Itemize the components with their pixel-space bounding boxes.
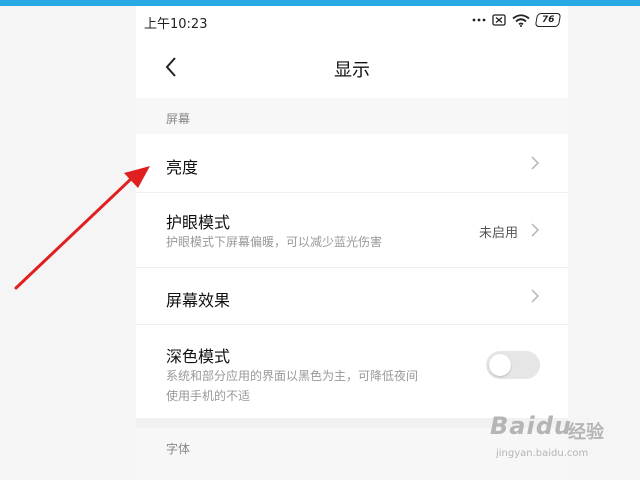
item-title: 护眼模式 (166, 213, 231, 232)
settings-item-eye-care[interactable]: 护眼模式 护眼模式下屏幕偏暖，可以减少蓝光伤害 未启用 (136, 193, 568, 267)
item-subtitle-line-1: 系统和部分应用的界面以黑色为主，可降低夜间 (166, 369, 419, 383)
battery-icon: 76 (534, 13, 562, 27)
status-icons: 76 (472, 13, 562, 27)
section-label-font: 字体 (166, 442, 191, 456)
item-title: 亮度 (166, 158, 199, 177)
item-status-value: 未启用 (478, 226, 518, 241)
watermark-brand: Baidu (490, 412, 572, 440)
baidu-watermark: Baidu 经验 jingyan.baidu.com (490, 408, 620, 468)
watermark-brand-cn: 经验 (568, 422, 604, 443)
chevron-right-icon (531, 156, 540, 170)
chevron-right-icon (531, 289, 540, 303)
toggle-knob (489, 354, 511, 376)
sim-off-icon (492, 14, 506, 26)
settings-item-brightness[interactable]: 亮度 (136, 134, 568, 192)
left-backdrop (0, 6, 136, 480)
item-subtitle-line-2: 使用手机的不适 (166, 389, 251, 403)
chevron-right-icon (531, 223, 540, 237)
watermark-url: jingyan.baidu.com (496, 448, 589, 459)
settings-item-dark-mode[interactable]: 深色模式 系统和部分应用的界面以黑色为主，可降低夜间 使用手机的不适 (136, 325, 568, 418)
dots-icon (472, 18, 486, 22)
item-title: 屏幕效果 (166, 291, 231, 310)
header: 显示 (136, 36, 568, 98)
item-subtitle: 护眼模式下屏幕偏暖，可以减少蓝光伤害 (166, 235, 383, 249)
item-title: 深色模式 (166, 347, 231, 366)
page-title: 显示 (334, 60, 370, 81)
status-bar: 上午10:23 76 (136, 6, 568, 36)
settings-item-screen-effect[interactable]: 屏幕效果 (136, 268, 568, 324)
status-time: 上午10:23 (144, 17, 208, 32)
section-label-screen: 屏幕 (166, 112, 191, 126)
dark-mode-toggle[interactable] (486, 351, 540, 379)
wifi-icon (512, 13, 530, 27)
